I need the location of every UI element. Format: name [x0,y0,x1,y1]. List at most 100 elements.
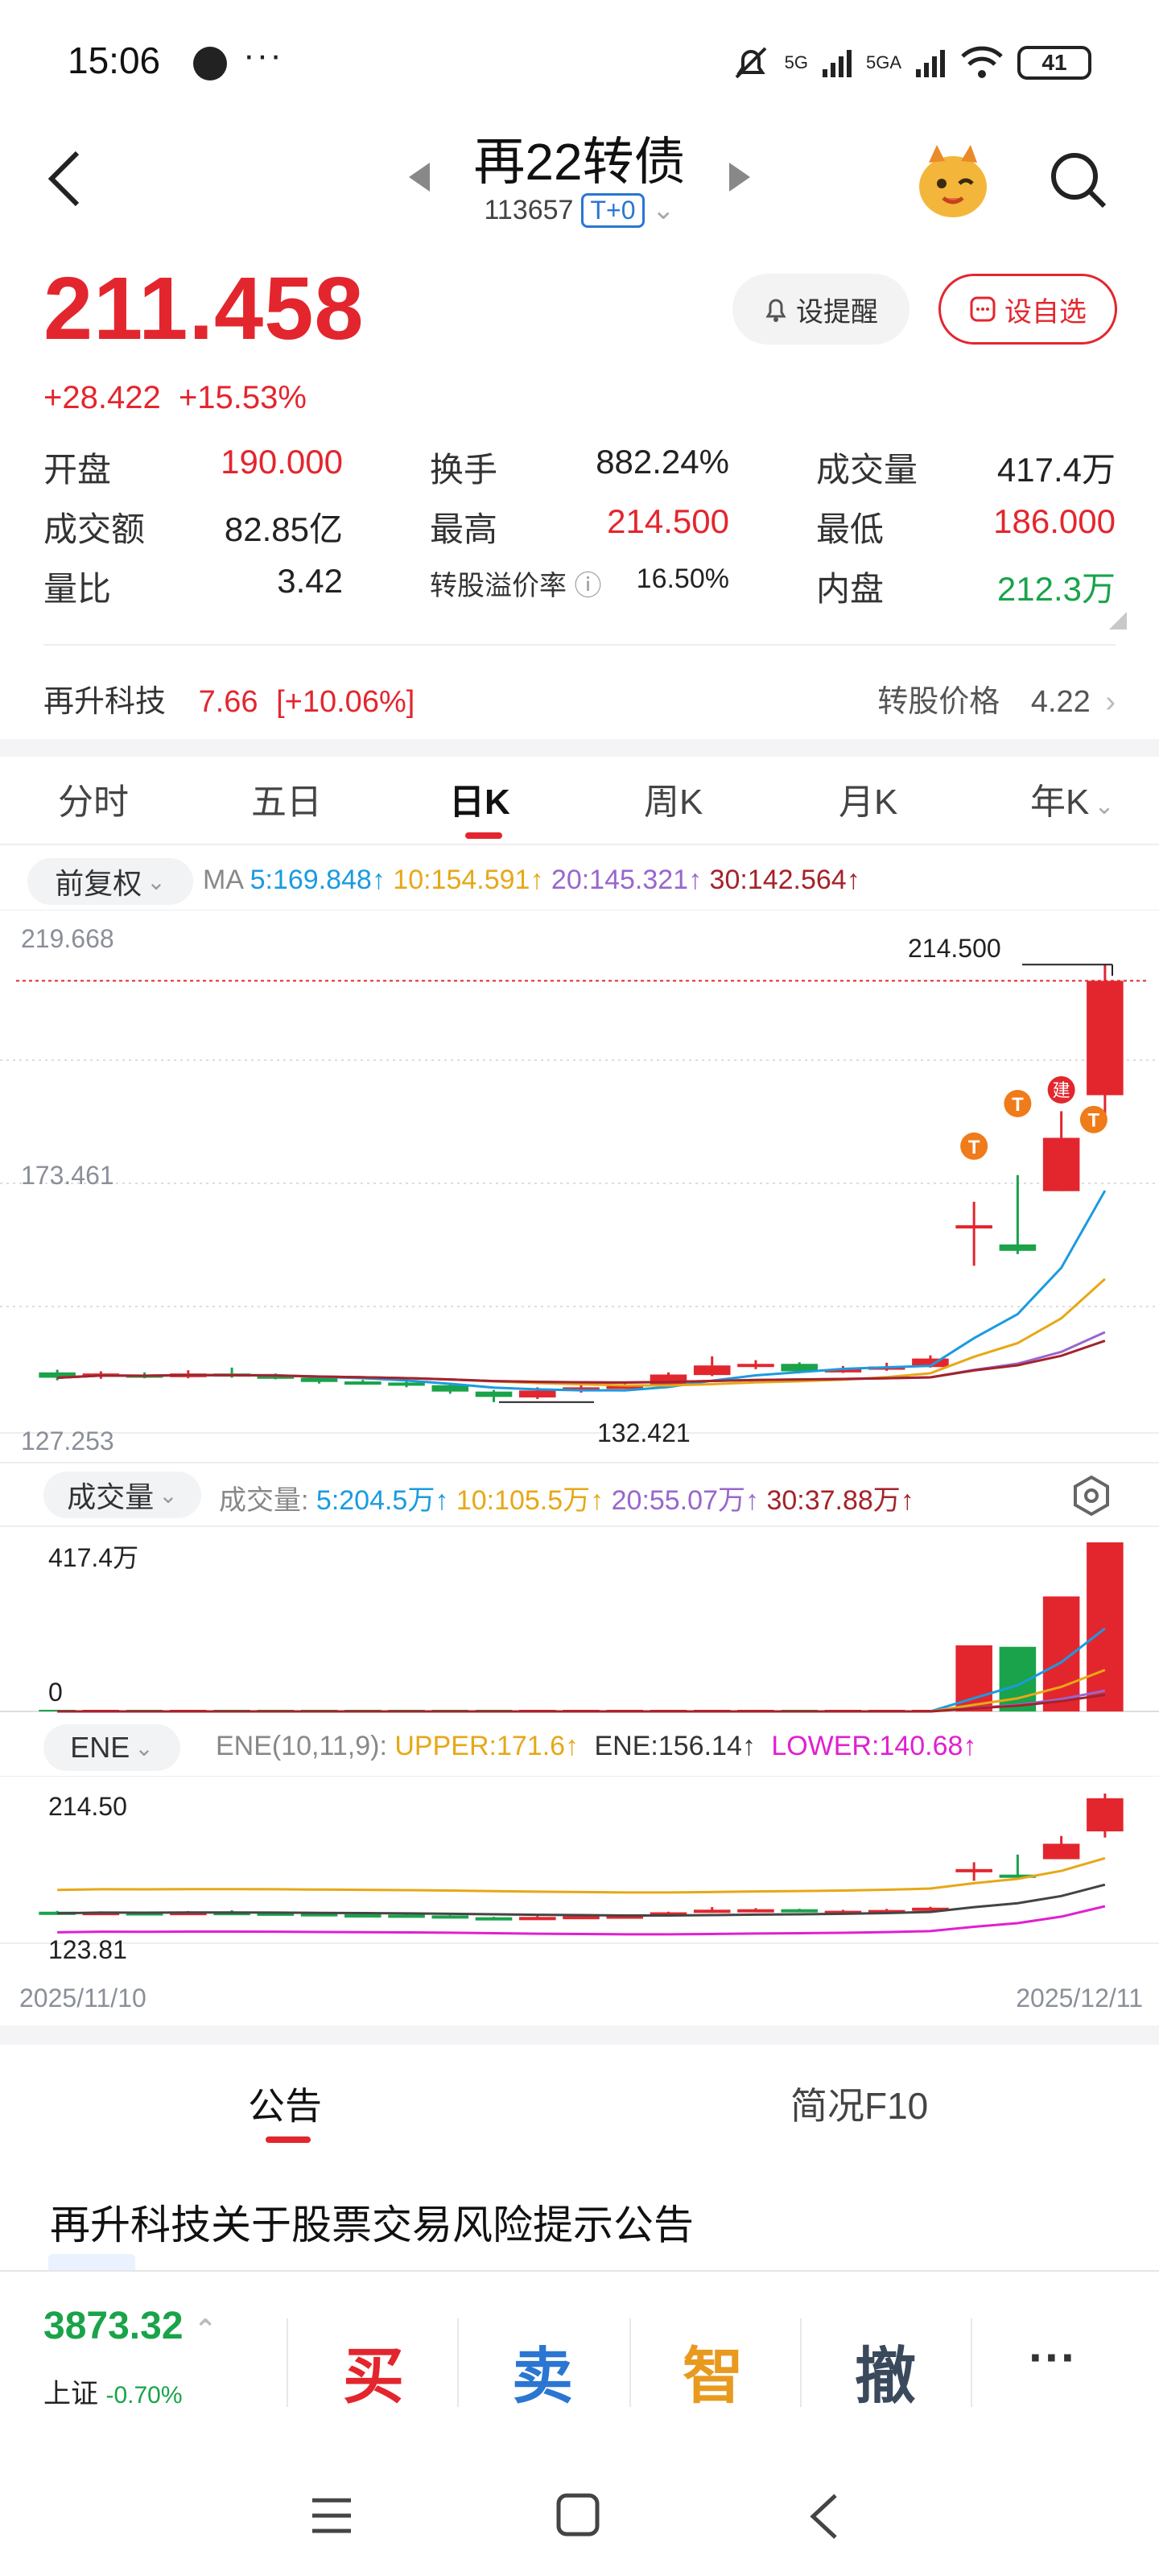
chevron-down-icon[interactable]: ⌄ [652,195,675,225]
underlying-price: 7.66 [198,685,258,719]
add-watchlist-label: 设自选 [1004,296,1087,328]
stat-value: 417.4万 [996,451,1116,489]
home-icon[interactable] [555,2492,600,2537]
underlying-change: [+10.06%] [276,685,415,719]
stat-value: 214.500 [607,502,729,540]
stat-value: 186.000 [993,502,1116,540]
news-tab-indicator [266,2136,311,2143]
mascot-icon[interactable] [913,142,993,222]
ene-candle [563,1916,600,1920]
adjust-dropdown[interactable]: 前复权 ⌄ [27,858,193,905]
stat-turnover: 换手 882.24% [430,443,729,489]
separator [629,2318,631,2407]
set-alert-label: 设提醒 [796,296,878,328]
tab-2[interactable]: 日K [449,773,510,824]
status-time: 15:06 [68,39,161,81]
candle [475,1391,513,1397]
stat-premium: 转股溢价率 ⓘ 16.50% [430,564,729,609]
candle [518,1390,556,1397]
separator [287,2318,288,2407]
stat-inner: 内盘 212.3万 [816,562,1116,608]
ene-chip-label: ENE [70,1731,130,1764]
tab-3[interactable]: 周K [644,773,703,824]
tab-0[interactable]: 分时 [58,773,129,824]
add-watchlist-button[interactable]: 设自选 [938,274,1117,345]
volume-legend: 成交量: 5:204.5万↑ 10:105.5万↑ 20:55.07万↑ 30:… [219,1478,914,1517]
security-code: 113657 [484,195,574,225]
chevron-down-icon: ⌄ [146,869,166,894]
ene-candle [781,1909,818,1913]
index-value[interactable]: 3873.32 ⌃ [43,2304,217,2348]
ene-candle [737,1909,774,1913]
vol10-value: 10:105.5万↑ [456,1485,604,1516]
x-axis-end: 2025/12/11 [1016,1984,1143,2013]
divider [0,1462,1159,1463]
ene-candle [475,1917,513,1921]
chevron-down-icon: ⌄ [134,1735,154,1761]
buy-button[interactable]: 买 [343,2326,404,2415]
more-button[interactable]: ··· [1029,2330,1077,2385]
candle [693,1365,731,1376]
tab-profile-f10[interactable]: 简况F10 [790,2077,928,2130]
separator [971,2318,972,2407]
index-name: 上证 [43,2379,98,2409]
search-icon[interactable] [1046,148,1111,213]
ene-mid: ENE:156.14↑ [594,1731,756,1761]
tab-1[interactable]: 五日 [251,773,322,824]
ene-upper: UPPER:171.6↑ [394,1731,580,1761]
ene-chart[interactable] [0,1776,1159,1969]
y-axis-mid: 173.461 [21,1161,114,1190]
stat-value: 882.24% [596,443,729,481]
stat-low: 最低 186.000 [816,502,1116,548]
tab-5[interactable]: 年K ⌄ [1030,773,1115,824]
next-arrow-icon[interactable] [728,161,752,193]
candle [737,1364,774,1368]
volume-chart[interactable] [0,1525,1159,1718]
ene-lower: LOWER:140.68↑ [771,1731,977,1761]
expand-corner-icon[interactable] [1109,612,1127,630]
info-icon[interactable]: ⓘ [574,571,601,601]
conversion-price[interactable]: 转股价格 4.22 › [877,676,1116,720]
ma30-value: 30:142.564↑ [709,865,860,895]
settings-icon[interactable] [1070,1475,1112,1517]
stat-value: 3.42 [277,562,343,600]
battery-icon: 41 [1017,46,1091,80]
ene-dropdown[interactable]: ENE ⌄ [43,1724,180,1771]
candle [1087,980,1124,1096]
separator [800,2318,802,2407]
tab-announcements[interactable]: 公告 [248,2077,322,2130]
t0-badge[interactable]: T+0 [581,193,645,228]
last-price: 211.458 [43,259,365,358]
system-nav-bar [0,2431,1159,2576]
menu-icon[interactable] [309,2496,354,2536]
tab-4[interactable]: 月K [839,773,897,824]
underlying-row[interactable]: 再升科技 7.66 [+10.06%] [43,676,415,720]
news-headline[interactable]: 再升科技关于股票交易风险提示公告 [50,2193,694,2251]
active-tab-indicator [465,832,502,839]
adjust-label: 前复权 [55,867,142,900]
premium-label: 转股溢价率 [430,571,567,601]
conversion-price-label: 转股价格 [877,685,1000,719]
volume-chip-label: 成交量 [67,1480,155,1513]
watchlist-icon [970,296,996,322]
vol20-value: 20:55.07万↑ [611,1485,759,1516]
stat-label: 内盘 [816,570,885,608]
vol5-value: 5:204.5万↑ [316,1485,449,1516]
status-more: ··· [243,35,283,75]
t-marker-label: T [1012,1094,1024,1116]
set-alert-button[interactable]: 设提醒 [732,274,909,345]
smart-button[interactable]: 智 [683,2326,744,2415]
cancel-order-button[interactable]: 撤 [855,2326,916,2415]
back-nav-icon[interactable] [808,2492,840,2541]
status-bar: 15:06 ··· 5G 5GA 41 [0,0,1159,113]
vol30-value: 30:37.88万↑ [766,1485,914,1516]
sell-button[interactable]: 卖 [512,2326,573,2415]
chevron-up-icon: ⌃ [193,2314,217,2345]
stat-label: 最高 [430,510,498,548]
ene-candle [518,1917,556,1921]
signal-icon [822,50,852,77]
volume-y-bottom: 0 [48,1678,63,1707]
signal-5ga-label: 5GA [865,52,901,72]
kline-chart[interactable]: TTT建 [0,910,1159,1457]
volume-dropdown[interactable]: 成交量 ⌄ [43,1472,201,1518]
